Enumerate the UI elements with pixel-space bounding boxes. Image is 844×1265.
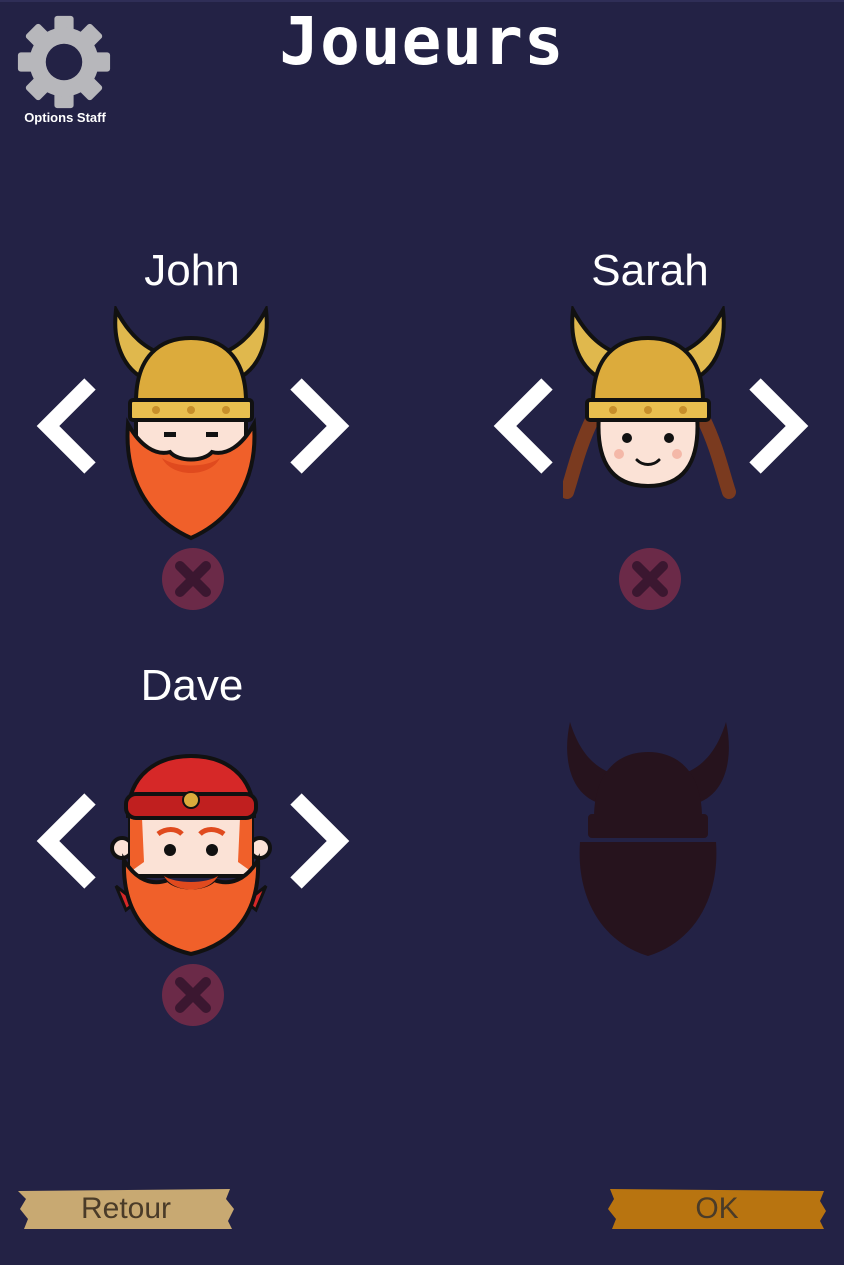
previous-avatar-arrow[interactable] <box>36 793 100 889</box>
viking-braids-avatar[interactable] <box>563 306 737 502</box>
remove-player-button[interactable] <box>160 962 226 1028</box>
next-avatar-arrow[interactable] <box>745 378 809 474</box>
viking-silhouette-add-player[interactable] <box>562 718 734 960</box>
player-name: Dave <box>140 661 244 710</box>
previous-avatar-arrow[interactable] <box>36 378 100 474</box>
viking-red-cap-avatar[interactable] <box>108 752 274 958</box>
player-name: Sarah <box>591 246 709 295</box>
gear-icon <box>17 15 111 109</box>
next-avatar-arrow[interactable] <box>286 793 350 889</box>
staff-options-label: Options Staff <box>24 110 106 125</box>
previous-avatar-arrow[interactable] <box>493 378 557 474</box>
player-name: John <box>144 246 240 295</box>
back-button[interactable]: Retour <box>16 1187 236 1231</box>
ok-button-label: OK <box>695 1192 739 1225</box>
next-avatar-arrow[interactable] <box>286 378 350 474</box>
remove-player-button[interactable] <box>160 546 226 612</box>
staff-options-button[interactable]: Options Staff <box>10 10 120 130</box>
ok-button[interactable]: OK <box>606 1187 828 1231</box>
page-title: Joueurs <box>279 3 565 80</box>
viking-bearded-avatar[interactable] <box>106 306 276 542</box>
remove-player-button[interactable] <box>617 546 683 612</box>
back-button-label: Retour <box>80 1192 172 1225</box>
